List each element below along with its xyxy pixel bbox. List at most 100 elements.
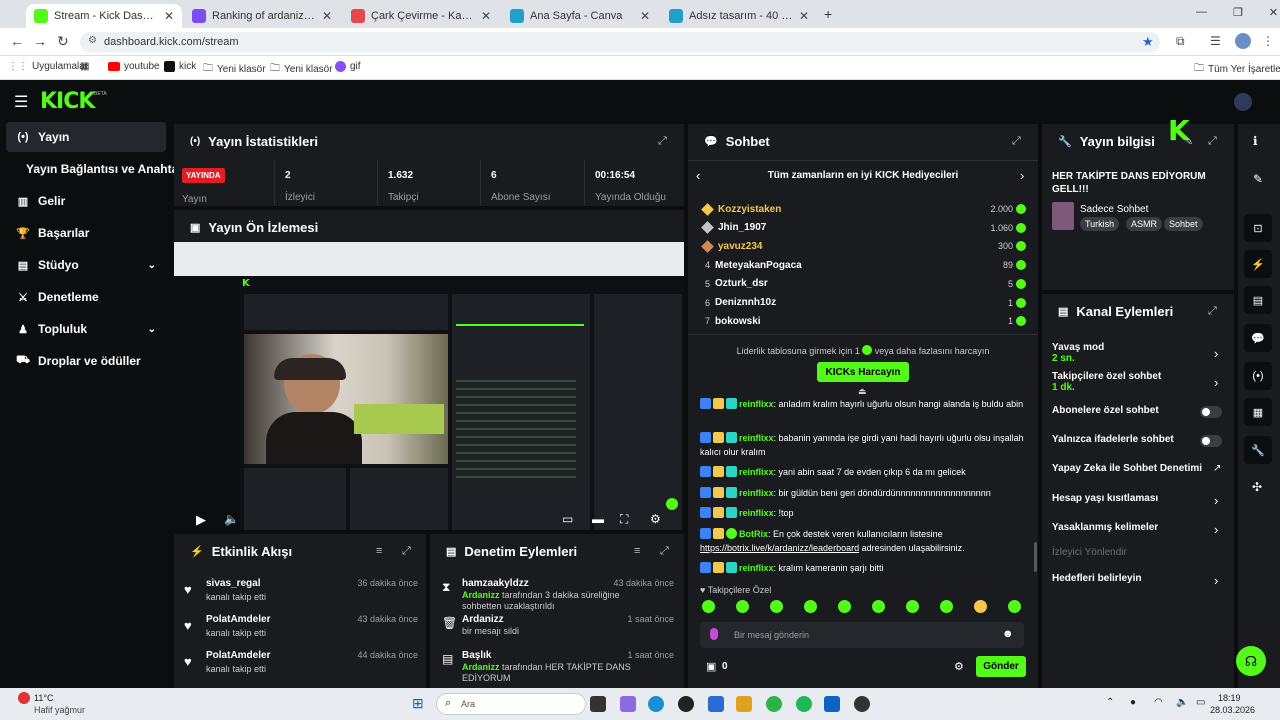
emoji-icon[interactable]: ☻: [1002, 628, 1014, 640]
leaderboard-row[interactable]: 5 Ozturk_dsr 5: [700, 276, 1026, 292]
expand-icon[interactable]: ⤢: [1208, 135, 1217, 148]
chevron-down-icon[interactable]: ⌄: [148, 260, 156, 271]
tab-close-icon[interactable]: ✕: [481, 9, 491, 23]
bookmark-folder-1[interactable]: 🗀 Yeni klasör: [203, 61, 266, 78]
new-tab-button[interactable]: +: [824, 6, 832, 22]
category-name[interactable]: Sadece Sohbet: [1080, 204, 1148, 215]
mic-icon[interactable]: [710, 628, 718, 640]
emote-icon[interactable]: [1008, 600, 1021, 613]
edit-icon[interactable]: ✎: [1184, 135, 1193, 148]
tab-close-icon[interactable]: ✕: [640, 9, 650, 23]
chat-username[interactable]: BotRix: [739, 529, 768, 539]
channel-action-row[interactable]: Hesap yaşı kısıtlaması: [1052, 493, 1222, 504]
expand-icon[interactable]: ⤢: [1012, 135, 1021, 148]
kick-logo[interactable]: KICK: [40, 89, 95, 114]
bookmark-apps[interactable]: ⋮⋮ Uygulamalar: [8, 61, 88, 72]
play-icon[interactable]: ▶: [196, 512, 206, 528]
close-window-icon[interactable]: ✕: [1269, 6, 1278, 19]
all-bookmarks[interactable]: 🗀 Tüm Yer İşaretleri: [1194, 61, 1280, 78]
sidebar-item[interactable]: ▥ Gelir: [6, 186, 166, 216]
chat-link[interactable]: https://botrix.live/k/ardanizz/leaderboa…: [700, 543, 859, 553]
tab-close-icon[interactable]: ✕: [322, 9, 332, 23]
browser-tab[interactable]: Ana Sayfa - Canva ✕: [502, 4, 658, 28]
sidebar-item[interactable]: ♟ Topluluk ⌄: [6, 314, 166, 344]
chevron-right-icon[interactable]: ›: [1214, 493, 1218, 508]
chat-username[interactable]: reinflixx: [739, 467, 774, 477]
channel-action-row[interactable]: Hedefleri belirleyin: [1052, 573, 1222, 584]
expand-icon[interactable]: ⤢: [658, 135, 667, 148]
emote-icon[interactable]: [838, 600, 851, 613]
puzzle-icon[interactable]: ✣: [1252, 480, 1262, 494]
app-icon[interactable]: [824, 696, 840, 712]
tab-search-icon[interactable]: ☰: [1210, 34, 1221, 48]
video-player[interactable]: K ▶ 🔈 ▭ ▬ ⛶ ⚙: [174, 242, 684, 530]
emote-icon[interactable]: [804, 600, 817, 613]
send-button[interactable]: Gönder: [976, 656, 1026, 677]
emote-icon[interactable]: [770, 600, 783, 613]
url-field[interactable]: ⚙ dashboard.kick.com/stream: [80, 32, 1160, 52]
external-link-icon[interactable]: ↗: [1213, 463, 1221, 474]
emote-icon[interactable]: [702, 600, 715, 613]
minimize-icon[interactable]: —: [1196, 6, 1207, 19]
menu-icon[interactable]: ⋮: [1262, 34, 1274, 48]
rail-button-camera[interactable]: ⊡: [1244, 214, 1272, 242]
bookmark-folder-2[interactable]: 🗀 Yeni klasör: [270, 61, 333, 78]
chat-username[interactable]: reinflixx: [739, 508, 774, 518]
channel-action-row[interactable]: Yasaklanmış kelimeler: [1052, 522, 1222, 533]
browser-tab[interactable]: Stream - Kick Dashboard ✕: [26, 4, 182, 28]
channel-action-row[interactable]: Yalnızca ifadelerle sohbet: [1052, 434, 1222, 445]
bookmark-gif[interactable]: gif: [335, 61, 361, 72]
spotify-icon[interactable]: [796, 696, 812, 712]
sidebar-item[interactable]: ⛟ Droplar ve ödüller: [6, 346, 166, 376]
leaderboard-row[interactable]: 4 MeteyakanPogaca 89: [700, 257, 1026, 273]
chevron-right-icon[interactable]: ›: [1214, 522, 1218, 537]
rail-button-bolt[interactable]: ⚡: [1244, 250, 1272, 278]
battery-icon[interactable]: ▭: [1196, 697, 1205, 708]
toggle-switch[interactable]: [1200, 435, 1222, 447]
chevron-down-icon[interactable]: ⌄: [148, 324, 156, 335]
settings-icon[interactable]: ⚙: [650, 512, 661, 526]
rail-button-wrench[interactable]: 🔧: [1244, 436, 1272, 464]
theater-icon[interactable]: ▬: [592, 512, 604, 526]
emote-icon[interactable]: [872, 600, 885, 613]
kicks-wallet-icon[interactable]: ▣: [706, 660, 716, 673]
channel-action-row[interactable]: Abonelere özel sohbet: [1052, 405, 1222, 416]
expand-icon[interactable]: ⤢: [402, 545, 411, 558]
chat-input[interactable]: Bir mesaj gönderin ☻: [700, 622, 1024, 648]
sidebar-item[interactable]: ⚔ Denetleme: [6, 282, 166, 312]
rail-button-broadcast[interactable]: (•): [1244, 362, 1272, 390]
speaker-icon[interactable]: 🔈: [1176, 697, 1188, 708]
emote-icon[interactable]: [736, 600, 749, 613]
sidebar-item[interactable]: Yayın Bağlantısı ve Anahtarı: [6, 154, 186, 184]
edge-icon[interactable]: [648, 696, 664, 712]
chat-settings-icon[interactable]: ⚙: [954, 660, 964, 673]
sidebar-item[interactable]: 🏆 Başarılar: [6, 218, 166, 248]
leaderboard-row[interactable]: Kozzyistaken 2.000: [700, 201, 1026, 217]
support-button[interactable]: ☊: [1236, 646, 1266, 676]
emote-icon[interactable]: [906, 600, 919, 613]
profile-avatar[interactable]: [1235, 33, 1251, 49]
filter-icon[interactable]: ≡: [634, 545, 640, 557]
pencil-icon[interactable]: ✎: [1253, 172, 1263, 186]
chat-username[interactable]: reinflixx: [739, 488, 774, 498]
tab-close-icon[interactable]: ✕: [799, 9, 809, 23]
bookmark-kick[interactable]: kick: [164, 61, 196, 72]
rail-button-shop[interactable]: ▦: [1244, 398, 1272, 426]
taskbar-search[interactable]: ⌕ Ara: [436, 693, 586, 715]
chevron-right-icon[interactable]: ›: [1214, 346, 1218, 361]
file-explorer-icon[interactable]: [736, 696, 752, 712]
tag-chip[interactable]: Sohbet: [1164, 217, 1203, 231]
site-info-icon[interactable]: ⚙: [88, 35, 97, 46]
obs-icon[interactable]: [678, 696, 694, 712]
expand-icon[interactable]: ⤢: [660, 545, 669, 558]
chrome-icon[interactable]: [766, 696, 782, 712]
chat-username[interactable]: reinflixx: [739, 433, 774, 443]
chat-username[interactable]: reinflixx: [739, 563, 774, 573]
volume-icon[interactable]: 🔈: [224, 512, 239, 526]
browser-tab[interactable]: Çark Çevirme - Karar Çarkı ✕: [343, 4, 499, 28]
user-avatar[interactable]: [1234, 93, 1252, 111]
bookmark-star-icon[interactable]: ★: [1142, 34, 1154, 50]
app-icon[interactable]: [854, 696, 870, 712]
emote-icon[interactable]: [940, 600, 953, 613]
collapse-icon[interactable]: ⏏: [858, 386, 867, 397]
